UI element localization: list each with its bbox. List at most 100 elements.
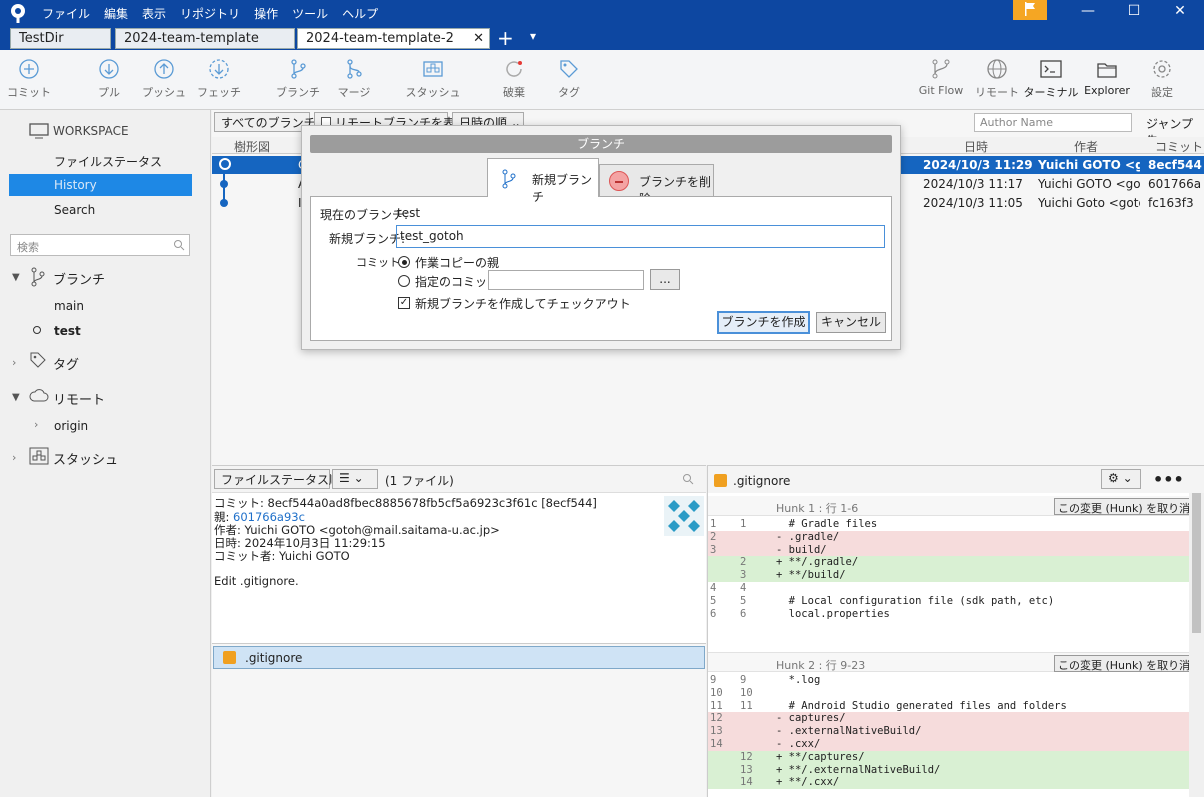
sidebar-search-input[interactable]: 検索	[10, 234, 190, 256]
avatar	[664, 496, 704, 536]
flag-button[interactable]	[1013, 0, 1047, 20]
menu-actions[interactable]: 操作	[254, 5, 278, 22]
discard-hunk-button[interactable]: この変更 (Hunk) を取り消す	[1054, 655, 1189, 672]
sidebar-section-branches[interactable]: ブランチ	[53, 269, 105, 288]
file-sort-dropdown[interactable]: ファイルステータス順 ⌄	[214, 469, 355, 489]
diff-marker: +	[776, 556, 783, 569]
scrollbar-thumb[interactable]	[1192, 493, 1201, 633]
chevron-right-icon[interactable]: ›	[12, 356, 16, 369]
sidebar-item-search[interactable]: Search	[54, 203, 95, 217]
cancel-button[interactable]: キャンセル	[816, 312, 886, 333]
menu-edit[interactable]: 編集	[104, 5, 128, 22]
create-branch-button[interactable]: ブランチを作成	[717, 311, 810, 334]
diff-marker	[776, 582, 782, 594]
chevron-down-icon[interactable]: ▼	[12, 392, 20, 403]
column-date[interactable]: 日時	[964, 138, 988, 155]
dialog-panel: 現在のブランチ: test 新規ブランチ: test_gotoh コミット: 作…	[310, 196, 892, 341]
tag-icon	[560, 60, 578, 78]
sidebar-section-remotes[interactable]: リモート	[53, 389, 105, 408]
column-graph[interactable]: 樹形図	[234, 138, 270, 155]
menu-help[interactable]: ヘルプ	[342, 5, 378, 22]
sidebar-item-file-status[interactable]: ファイルステータス	[54, 153, 162, 170]
chevron-right-icon[interactable]: ›	[34, 418, 38, 431]
tab-2024-team-template[interactable]: 2024-team-template	[115, 28, 295, 49]
menu-file[interactable]: ファイル	[42, 5, 90, 22]
tag-button[interactable]: タグ	[541, 58, 597, 100]
old-line-number: 6	[710, 607, 717, 620]
discard-hunk-button[interactable]: この変更 (Hunk) を取り消す	[1054, 498, 1189, 515]
new-branch-input[interactable]: test_gotoh	[396, 225, 885, 248]
sidebar-section-stashes[interactable]: スタッシュ	[53, 449, 118, 468]
diff-code: # Local configuration file (sdk path, et…	[788, 594, 1055, 607]
branch-button[interactable]: ブランチ	[270, 58, 326, 100]
settings-button[interactable]: 設定	[1134, 58, 1190, 100]
commit-date: 2024/10/3 11:17	[923, 177, 1023, 191]
title-bar: ファイル 編集 表示 リポジトリ 操作 ツール ヘルプ — ☐ ✕	[0, 0, 1204, 26]
merge-icon	[347, 59, 362, 79]
column-commit[interactable]: コミット	[1155, 138, 1203, 155]
diff-line-text: # Gradle files	[776, 518, 1189, 531]
tab-close-icon[interactable]: ✕	[473, 31, 484, 46]
diff-marker	[776, 674, 782, 686]
menu-repository[interactable]: リポジトリ	[180, 5, 240, 22]
close-window-button[interactable]: ✕	[1157, 0, 1203, 26]
sidebar-section-tags[interactable]: タグ	[53, 354, 79, 373]
tab-list-dropdown[interactable]: ▾	[530, 29, 536, 43]
new-line-number: 6	[740, 607, 747, 620]
hunk-lines: 1 1 # Gradle files 2 - .gradle/3 - build/2 + …	[708, 518, 1189, 622]
checkout-checkbox[interactable]: ✓	[398, 297, 410, 309]
pull-button[interactable]: プル	[81, 58, 137, 100]
discard-button[interactable]: 破棄	[486, 58, 542, 100]
new-line-number: 11	[740, 699, 753, 712]
branch-icon	[502, 169, 516, 189]
chevron-down-icon: ⌄	[353, 471, 364, 485]
minimize-button[interactable]: —	[1065, 0, 1111, 26]
current-branch-label: 現在のブランチ:	[320, 208, 409, 222]
sidebar-remote-origin[interactable]: origin	[54, 419, 88, 433]
maximize-button[interactable]: ☐	[1111, 0, 1157, 26]
branch-filter-dropdown[interactable]: すべてのブランチ ⌄	[214, 112, 330, 132]
fetch-button[interactable]: フェッチ	[191, 58, 247, 100]
search-icon[interactable]	[682, 473, 694, 485]
push-button[interactable]: プッシュ	[136, 58, 192, 100]
tab-2024-team-template-2[interactable]: 2024-team-template-2 ✕	[297, 28, 490, 49]
more-options-icon[interactable]: •••	[1153, 470, 1184, 489]
diff-scrollbar[interactable]	[1189, 493, 1204, 797]
tab-testdir[interactable]: TestDir	[10, 28, 111, 49]
committer-line: コミット者: Yuichi GOTO	[214, 549, 350, 563]
sidebar-branch-test[interactable]: test	[54, 324, 81, 338]
commit-message: Edit .gitignore.	[214, 574, 299, 588]
sidebar-item-history[interactable]: History	[9, 174, 192, 196]
tab-delete-branch[interactable]: ブランチを削除	[599, 164, 714, 206]
diff-options-dropdown[interactable]: ⚙ ⌄	[1101, 469, 1141, 489]
view-mode-dropdown[interactable]: ☰ ⌄	[332, 469, 378, 489]
tab-label: 2024-team-template-2	[306, 31, 454, 46]
terminal-button[interactable]: ターミナル	[1023, 58, 1079, 100]
stash-button[interactable]: スタッシュ	[404, 58, 462, 100]
menu-tools[interactable]: ツール	[292, 5, 328, 22]
gear-icon: ⚙	[1108, 471, 1119, 485]
chevron-right-icon[interactable]: ›	[12, 451, 16, 464]
merge-button[interactable]: マージ	[326, 58, 382, 100]
menu-view[interactable]: 表示	[142, 5, 166, 22]
list-item[interactable]: .gitignore	[213, 646, 705, 669]
diff-line-text: # Local configuration file (sdk path, et…	[776, 595, 1189, 608]
tab-new-branch[interactable]: 新規ブランチ	[487, 158, 599, 204]
remote-button[interactable]: リモート	[969, 58, 1025, 100]
gitflow-button[interactable]: Git Flow	[913, 58, 969, 97]
diff-marker: -	[776, 738, 783, 750]
browse-commit-button[interactable]: ...	[650, 269, 680, 290]
radio-working-parent[interactable]	[398, 256, 410, 268]
sidebar-branch-main[interactable]: main	[54, 299, 84, 313]
push-label: プッシュ	[142, 86, 186, 99]
author-filter-input[interactable]: Author Name	[974, 113, 1132, 132]
chevron-down-icon[interactable]: ▼	[12, 272, 20, 283]
commit-button[interactable]: コミット	[1, 58, 57, 100]
discard-label: 破棄	[503, 86, 525, 99]
branch-icon	[291, 59, 306, 79]
column-author[interactable]: 作者	[1074, 138, 1098, 155]
radio-specified-commit[interactable]	[398, 275, 410, 287]
specified-commit-input[interactable]	[488, 270, 644, 290]
add-tab-button[interactable]: +	[497, 26, 514, 50]
explorer-button[interactable]: Explorer	[1079, 58, 1135, 97]
